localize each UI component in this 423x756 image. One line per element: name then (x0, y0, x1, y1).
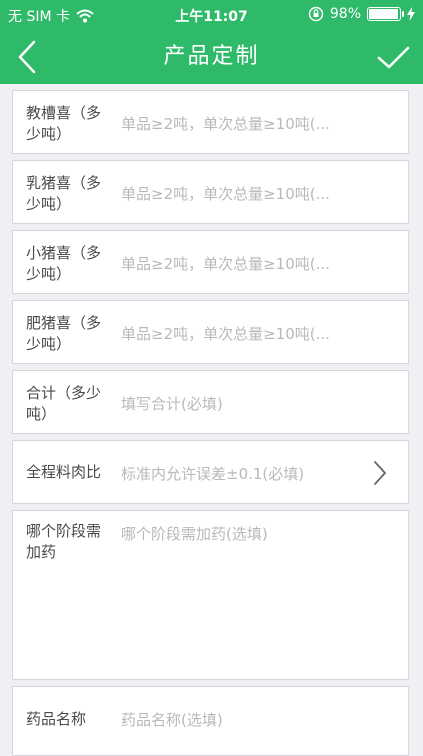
chevron-right-icon[interactable] (372, 459, 388, 487)
charging-bolt-icon (407, 7, 415, 21)
field-label: 哪个阶段需加药 (26, 522, 102, 561)
status-right: 98% (308, 6, 415, 22)
field-row-medicine-name[interactable]: 药品名称 药品名称(选填) (12, 686, 409, 756)
field-label: 小猪喜（多少吨） (26, 244, 102, 283)
field-input[interactable]: 单品≥2吨，单次总量≥10吨(... (121, 253, 368, 274)
rotation-lock-icon (308, 6, 324, 22)
field-label: 药品名称 (26, 710, 87, 728)
page-title: 产品定制 (163, 44, 260, 69)
field-input[interactable]: 单品≥2吨，单次总量≥10吨(... (121, 183, 368, 204)
battery-percent: 98% (329, 6, 361, 22)
field-input[interactable]: 标准内允许误差±0.1(必填) (121, 463, 368, 484)
field-label: 乳猪喜（多少吨） (26, 174, 102, 213)
field-input[interactable]: 单品≥2吨，单次总量≥10吨(... (121, 323, 368, 344)
field-row-feizhu[interactable]: 肥猪喜（多少吨） 单品≥2吨，单次总量≥10吨(... (12, 300, 409, 364)
field-input[interactable]: 填写合计(必填) (121, 393, 368, 414)
field-row-jiaocao[interactable]: 教槽喜（多少吨） 单品≥2吨，单次总量≥10吨(... (12, 90, 409, 154)
field-row-total[interactable]: 合计（多少吨） 填写合计(必填) (12, 370, 409, 434)
field-textarea[interactable]: 哪个阶段需加药(选填) (121, 523, 368, 544)
battery-icon (367, 7, 404, 21)
status-bar: 无 SIM 卡 上午11:07 98% (0, 0, 423, 30)
field-row-feed-meat-ratio[interactable]: 全程料肉比 标准内允许误差±0.1(必填) (12, 440, 409, 504)
field-input[interactable]: 单品≥2吨，单次总量≥10吨(... (121, 113, 368, 134)
field-label: 教槽喜（多少吨） (26, 104, 102, 143)
field-label: 肥猪喜（多少吨） (26, 314, 102, 353)
navigation-bar: 产品定制 (0, 30, 423, 84)
checkmark-icon[interactable] (373, 38, 413, 76)
battery-fill (369, 9, 399, 19)
field-label: 全程料肉比 (26, 463, 102, 481)
field-input[interactable]: 药品名称(选填) (121, 709, 368, 730)
field-row-xiaozhu[interactable]: 小猪喜（多少吨） 单品≥2吨，单次总量≥10吨(... (12, 230, 409, 294)
field-row-medication-stage[interactable]: 哪个阶段需加药 哪个阶段需加药(选填) (12, 510, 409, 680)
field-row-ruzhu[interactable]: 乳猪喜（多少吨） 单品≥2吨，单次总量≥10吨(... (12, 160, 409, 224)
field-label: 合计（多少吨） (26, 384, 102, 423)
